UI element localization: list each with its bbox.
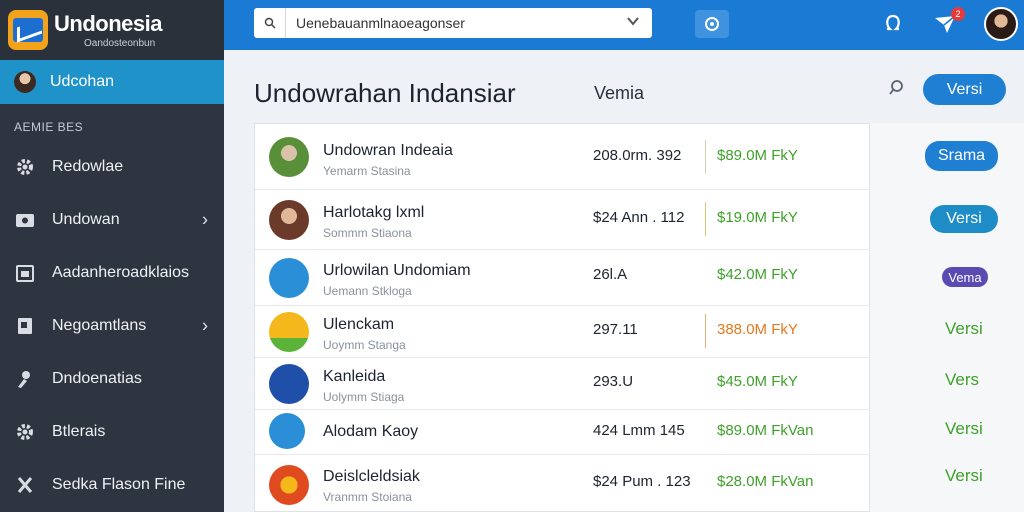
row-divider bbox=[705, 140, 706, 174]
row-volume: $24 Pum . 123 bbox=[593, 473, 691, 490]
row-divider bbox=[705, 202, 706, 236]
top-bar: 2 bbox=[224, 0, 1024, 50]
omega-icon[interactable] bbox=[884, 12, 902, 38]
sidebar-item-label: Redowlae bbox=[52, 157, 124, 175]
row-logo-icon bbox=[269, 413, 305, 449]
chevron-down-icon[interactable] bbox=[626, 14, 640, 31]
refresh-button[interactable] bbox=[695, 10, 729, 38]
folder-icon bbox=[14, 209, 36, 231]
row-price: $45.0M FkY bbox=[717, 373, 798, 390]
sidebar-item-label: Undowan bbox=[52, 210, 120, 228]
document-icon bbox=[14, 262, 36, 284]
gear-icon bbox=[14, 421, 36, 443]
brand-logo-icon bbox=[8, 10, 48, 50]
close-icon bbox=[14, 474, 36, 496]
row-name: Ulenckam bbox=[323, 316, 395, 333]
row-logo-icon bbox=[269, 364, 309, 404]
chevron-right-icon: › bbox=[202, 209, 208, 229]
row-volume: 297.11 bbox=[593, 321, 638, 338]
sidebar-item-label: Sedka Flason Fine bbox=[52, 475, 186, 493]
sidebar-active-label: Udcohan bbox=[50, 73, 115, 90]
row-price: $89.0M FkVan bbox=[717, 422, 814, 439]
sidebar-item-negoamtlans[interactable]: Negoamtlans › bbox=[0, 299, 224, 352]
sidebar-item-label: Negoamtlans bbox=[52, 316, 147, 334]
notification-badge: 2 bbox=[951, 7, 965, 21]
row-subtitle: Uolymm Stiaga bbox=[323, 390, 405, 404]
row-price: $89.0M FkY bbox=[717, 147, 798, 164]
row-action-link[interactable]: Versi bbox=[945, 466, 983, 486]
search-input[interactable] bbox=[286, 15, 606, 31]
row-volume: 293.U bbox=[593, 373, 634, 390]
row-price: 388.0M FkY bbox=[717, 321, 798, 338]
row-logo-icon bbox=[269, 258, 309, 298]
table-row[interactable]: Harlotakg lxml Sommm Stiaona $24 Ann . 1… bbox=[255, 190, 869, 250]
row-action-pill[interactable]: Vema bbox=[942, 267, 988, 287]
row-name: Urlowilan Undomiam bbox=[323, 262, 471, 279]
user-icon bbox=[14, 368, 36, 390]
profile-avatar[interactable] bbox=[984, 7, 1018, 41]
row-name: Undowran Indeaia bbox=[323, 142, 453, 159]
sidebar-item-aadanheroadklaios[interactable]: Aadanheroadklaios bbox=[0, 246, 224, 299]
row-divider bbox=[705, 314, 706, 348]
row-action-button[interactable]: Versi bbox=[930, 205, 998, 233]
table-row[interactable]: Alodam Kaoy 424 Lmm 145 $89.0M FkVan bbox=[255, 410, 869, 455]
row-action-link[interactable]: Vers bbox=[945, 370, 979, 390]
sidebar: Undonesia Oandosteonbun Udcohan AEMIE BE… bbox=[0, 0, 224, 512]
search-icon[interactable] bbox=[254, 8, 286, 38]
row-price: $42.0M FkY bbox=[717, 266, 798, 283]
search-icon[interactable] bbox=[886, 78, 908, 100]
sidebar-item-undowan[interactable]: Undowan › bbox=[0, 193, 224, 246]
table-row[interactable]: Urlowilan Undomiam Uemann Stkloga 26l.A … bbox=[255, 250, 869, 306]
row-name: Deislcleldsiak bbox=[323, 468, 420, 485]
brand-subtitle: Oandosteonbun bbox=[84, 38, 156, 49]
sidebar-item-sedka-flason-fine[interactable]: Sedka Flason Fine bbox=[0, 458, 224, 511]
sidebar-section-label: AEMIE BES bbox=[14, 120, 84, 134]
row-subtitle: Yemarm Stasina bbox=[323, 164, 411, 178]
sidebar-item-label: Aadanheroadklaios bbox=[52, 263, 189, 281]
sidebar-item-label: Dndoenatias bbox=[52, 369, 142, 387]
sidebar-item-redowlae[interactable]: Redowlae bbox=[0, 140, 224, 193]
row-subtitle: Uoymm Stanga bbox=[323, 338, 406, 352]
row-volume: 424 Lmm 145 bbox=[593, 422, 685, 439]
row-action-link[interactable]: Versi bbox=[945, 419, 983, 439]
row-name: Kanleida bbox=[323, 368, 386, 385]
sidebar-active-item[interactable]: Udcohan bbox=[0, 60, 224, 104]
table-row[interactable]: Deislcleldsiak Vranmm Stoiana $24 Pum . … bbox=[255, 455, 869, 512]
gear-icon bbox=[14, 156, 36, 178]
row-volume: 208.0rm. 392 bbox=[593, 147, 682, 164]
table-row[interactable]: Undowran Indeaia Yemarm Stasina 208.0rm.… bbox=[255, 124, 869, 190]
sidebar-item-dndoenatias[interactable]: Dndoenatias bbox=[0, 352, 224, 405]
row-action-button[interactable]: Srama bbox=[925, 141, 998, 171]
row-price: $19.0M FkY bbox=[717, 209, 798, 226]
brand: Undonesia Oandosteonbun bbox=[0, 0, 224, 60]
row-name: Alodam Kaoy bbox=[323, 423, 419, 440]
brand-title: Undonesia bbox=[54, 11, 162, 36]
sidebar-item-btlerais[interactable]: Btlerais bbox=[0, 405, 224, 458]
sidebar-item-label: Btlerais bbox=[52, 422, 106, 440]
chevron-right-icon: › bbox=[202, 315, 208, 335]
header-action-button[interactable]: Versi bbox=[923, 74, 1006, 105]
table-row[interactable]: Kanleida Uolymm Stiaga 293.U $45.0M FkY bbox=[255, 358, 869, 410]
row-volume: 26l.A bbox=[593, 266, 628, 283]
search-box bbox=[254, 8, 652, 38]
row-logo-icon bbox=[269, 137, 309, 177]
page-subtitle: Vemia bbox=[594, 83, 645, 103]
row-logo-icon bbox=[269, 200, 309, 240]
row-action-link[interactable]: Versi bbox=[945, 319, 983, 339]
file-icon bbox=[14, 315, 36, 337]
row-logo-icon bbox=[269, 465, 309, 505]
row-subtitle: Vranmm Stoiana bbox=[323, 490, 412, 504]
row-subtitle: Sommm Stiaona bbox=[323, 226, 412, 240]
row-subtitle: Uemann Stkloga bbox=[323, 284, 412, 298]
page-title: Undowrahan Indansiar bbox=[254, 78, 516, 108]
avatar bbox=[14, 71, 36, 93]
row-name: Harlotakg lxml bbox=[323, 204, 425, 221]
row-price: $28.0M FkVan bbox=[717, 473, 814, 490]
table-row[interactable]: Ulenckam Uoymm Stanga 297.11 388.0M FkY bbox=[255, 306, 869, 358]
row-volume: $24 Ann . 112 bbox=[593, 209, 685, 226]
actions-column: Srama Versi Vema Versi Vers Versi Versi bbox=[870, 123, 1024, 512]
token-table: Undowran Indeaia Yemarm Stasina 208.0rm.… bbox=[254, 123, 870, 512]
row-logo-icon bbox=[269, 312, 309, 352]
